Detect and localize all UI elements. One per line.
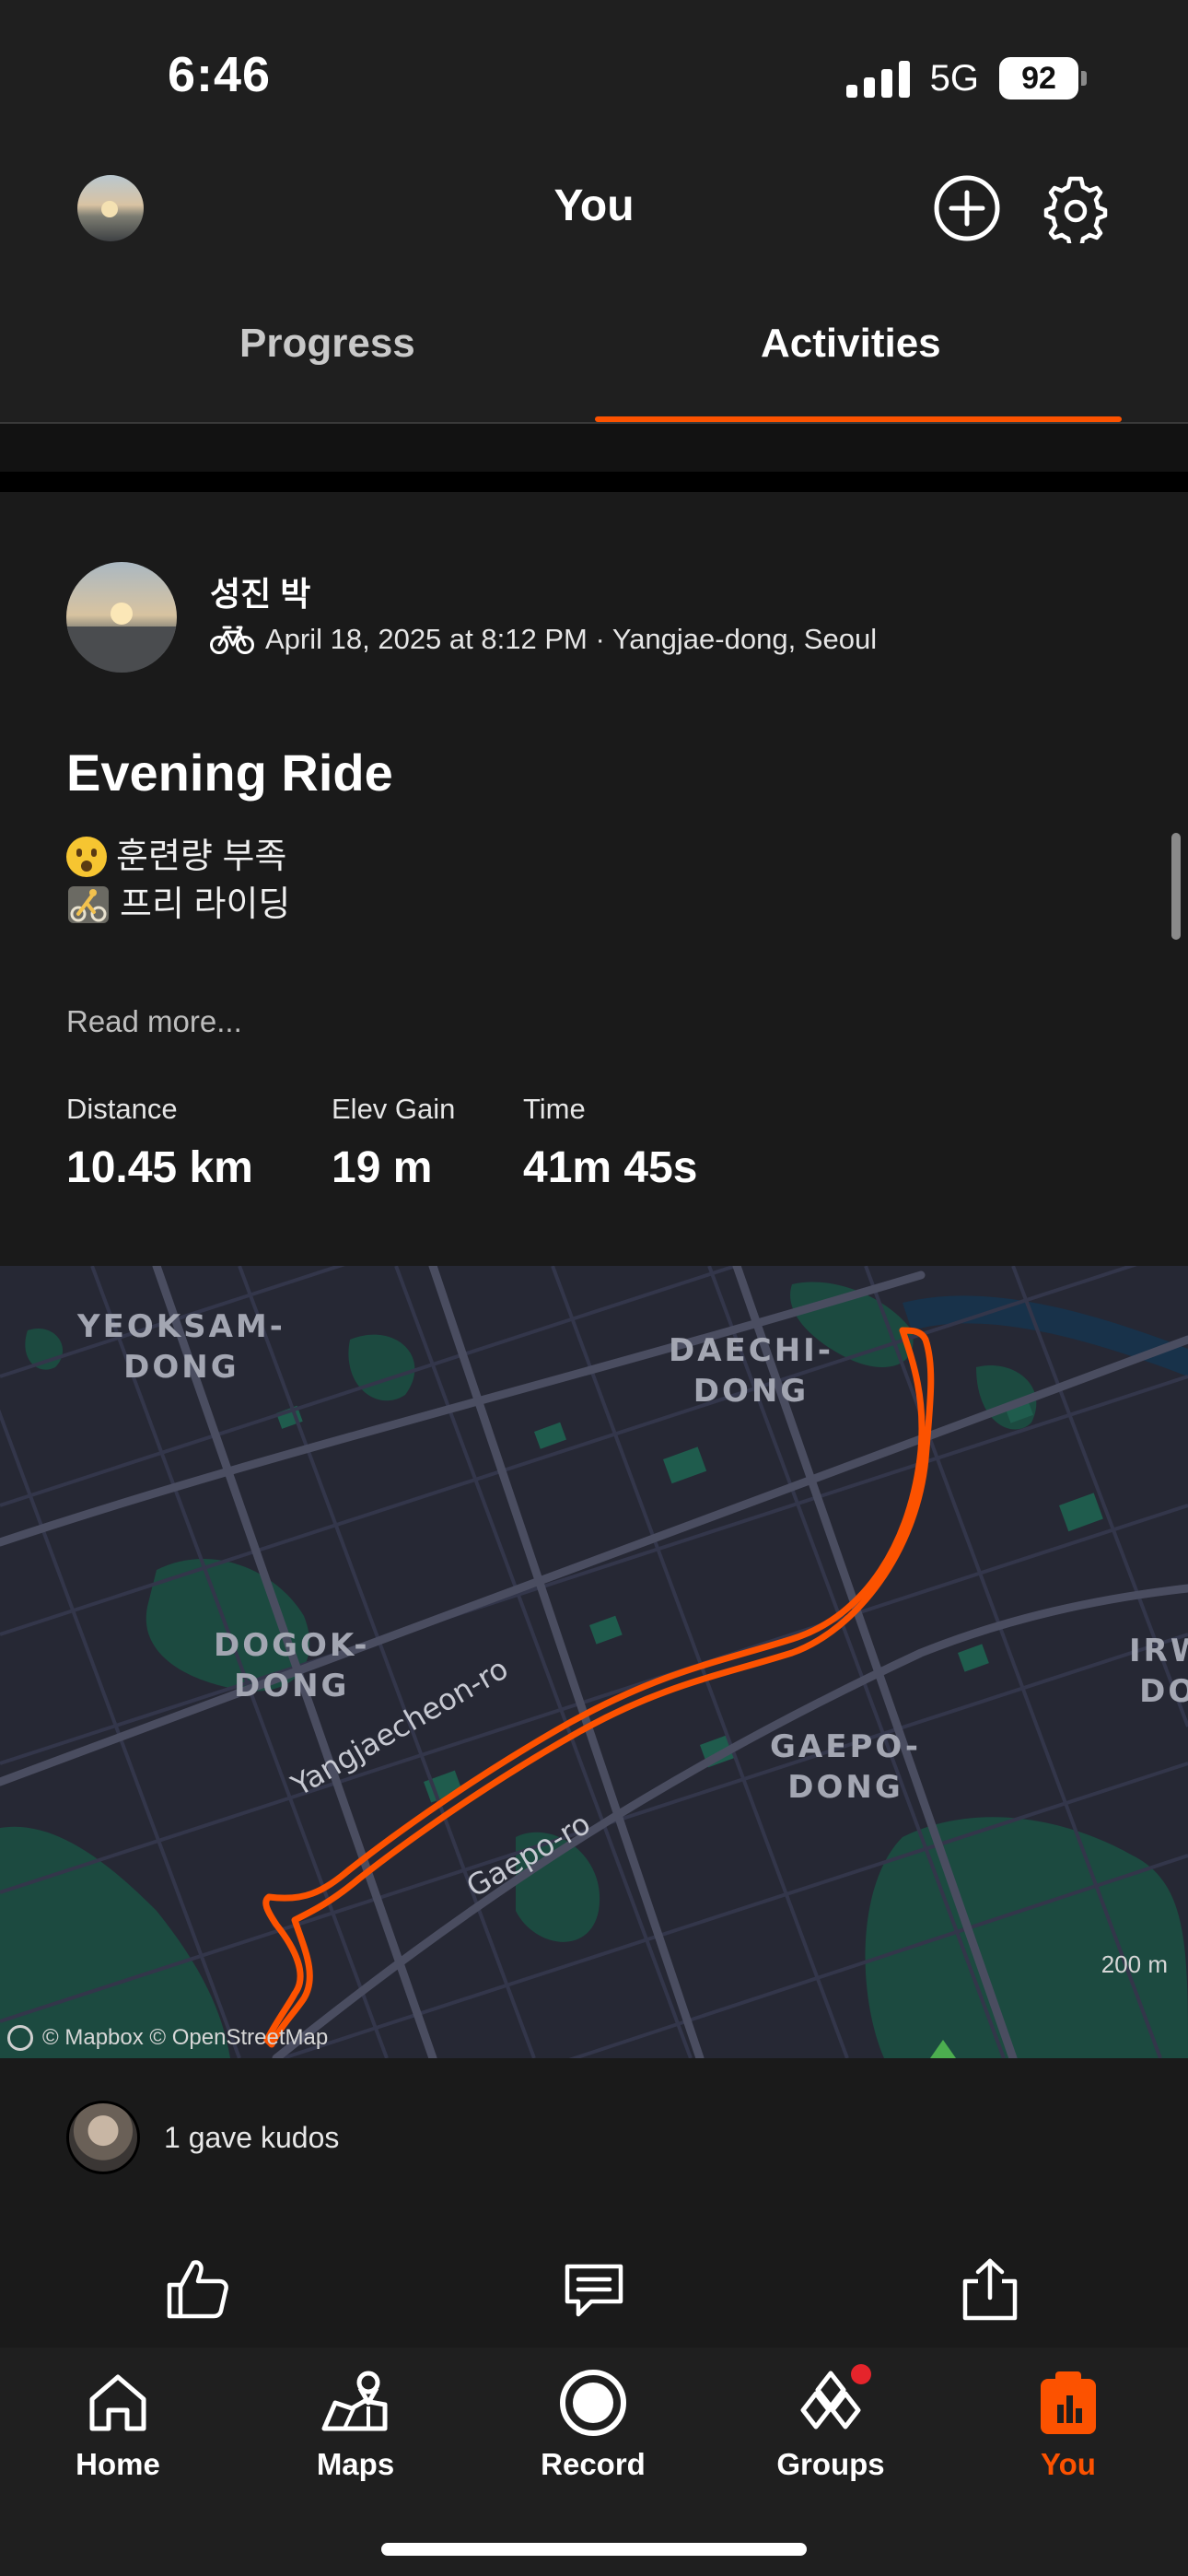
map-district-label: GAEPO- DONG: [770, 1728, 922, 1806]
home-icon: [89, 2374, 146, 2431]
athlete-name[interactable]: 성진 박: [210, 568, 310, 615]
bottom-nav: Home Maps Record Groups You: [0, 2348, 1188, 2576]
nav-home[interactable]: Home: [35, 2364, 201, 2482]
kudos-text: 1 gave kudos: [164, 2120, 340, 2154]
signal-icon: [845, 59, 910, 98]
map-scale: 200 m: [1101, 1950, 1168, 1978]
cyclist-icon: [68, 886, 109, 923]
kudos-avatar: [66, 2101, 140, 2174]
route-map[interactable]: YEOKSAM- DONG DAECHI- DONG DOGOK- DONG GAEP…: [0, 1266, 1188, 2058]
bike-icon: [210, 626, 254, 654]
home-indicator: [381, 2543, 807, 2556]
share-button[interactable]: [949, 2248, 1031, 2331]
tab-activities[interactable]: Activities: [761, 321, 941, 367]
status-time: 6:46: [168, 47, 272, 102]
feed-divider: [0, 472, 1188, 492]
tab-progress[interactable]: Progress: [239, 321, 415, 367]
stat-value: 41m 45s: [523, 1143, 698, 1192]
nav-groups[interactable]: Groups: [748, 2364, 914, 2482]
mapbox-logo-icon: [7, 2025, 33, 2051]
nav-label: Groups: [776, 2447, 885, 2481]
add-button[interactable]: [932, 173, 1002, 243]
description-line: 훈련량 부족: [116, 837, 287, 876]
map-district-label: YEOKSAM- DONG: [77, 1308, 285, 1386]
header: 6:46 5G 92 You Progress Activities: [0, 0, 1188, 424]
you-icon: [1041, 2371, 1096, 2434]
stat-value: 19 m: [332, 1143, 433, 1192]
surprised-face-icon: [66, 837, 107, 877]
activity-actions: [0, 2248, 1188, 2340]
status-indicators: 5G 92: [845, 57, 1087, 100]
settings-button[interactable]: [1041, 173, 1111, 243]
nav-label: Record: [541, 2447, 646, 2481]
activity-title[interactable]: Evening Ride: [66, 743, 393, 802]
record-icon: [560, 2370, 626, 2436]
kudos-row[interactable]: 1 gave kudos: [66, 2101, 339, 2174]
nav-label: You: [1041, 2447, 1096, 2481]
gear-icon: [1043, 176, 1108, 243]
read-more-link[interactable]: Read more...: [66, 1004, 242, 1039]
active-tab-indicator: [595, 416, 1122, 422]
battery-icon: 92: [999, 57, 1087, 100]
activity-description: 훈련량 부족 프리 라이딩: [66, 833, 290, 929]
thumbs-up-icon: [167, 2260, 228, 2319]
nav-maps[interactable]: Maps: [273, 2364, 438, 2482]
comment-icon: [565, 2264, 623, 2317]
nav-label: Maps: [316, 2447, 395, 2481]
stat-label: Distance: [66, 1093, 178, 1125]
stat-label: Time: [523, 1093, 586, 1125]
nav-you[interactable]: You: [985, 2364, 1151, 2482]
kudos-button[interactable]: [157, 2248, 239, 2331]
map-district-label: IRWDO: [1129, 1633, 1188, 1710]
page-title: You: [553, 181, 635, 230]
network-type: 5G: [929, 57, 979, 99]
plus-circle-icon: [934, 175, 1000, 241]
stat-distance: Distance 10.45 km: [66, 1093, 332, 1193]
stat-label: Elev Gain: [332, 1093, 456, 1125]
battery-level: 92: [999, 57, 1078, 100]
nav-label: Home: [76, 2447, 160, 2481]
feed-spacer: [0, 424, 1188, 472]
scrollbar[interactable]: [1171, 833, 1181, 940]
map-district-label: DOGOK- DONG: [214, 1627, 370, 1704]
attribution-text: © Mapbox © OpenStreetMap: [42, 2025, 329, 2050]
map-icon: [321, 2371, 388, 2431]
map-attribution[interactable]: © Mapbox © OpenStreetMap: [7, 2025, 328, 2051]
map-district-label: DAECHI- DONG: [669, 1332, 833, 1410]
stat-time: Time 41m 45s: [523, 1093, 763, 1193]
description-line: 프리 라이딩: [120, 885, 291, 924]
notification-dot: [851, 2364, 871, 2384]
stat-value: 10.45 km: [66, 1143, 253, 1192]
share-icon: [962, 2258, 1018, 2321]
activity-stats: Distance 10.45 km Elev Gain 19 m Time 41…: [66, 1093, 763, 1193]
nav-record[interactable]: Record: [510, 2364, 676, 2482]
comment-button[interactable]: [553, 2248, 635, 2331]
stat-elev-gain: Elev Gain 19 m: [332, 1093, 523, 1193]
activity-date-location: April 18, 2025 at 8:12 PM · Yangjae-dong…: [265, 623, 878, 655]
tab-bar: Progress Activities: [0, 304, 1188, 424]
activity-meta: April 18, 2025 at 8:12 PM · Yangjae-dong…: [210, 623, 877, 656]
athlete-avatar[interactable]: [66, 562, 177, 673]
